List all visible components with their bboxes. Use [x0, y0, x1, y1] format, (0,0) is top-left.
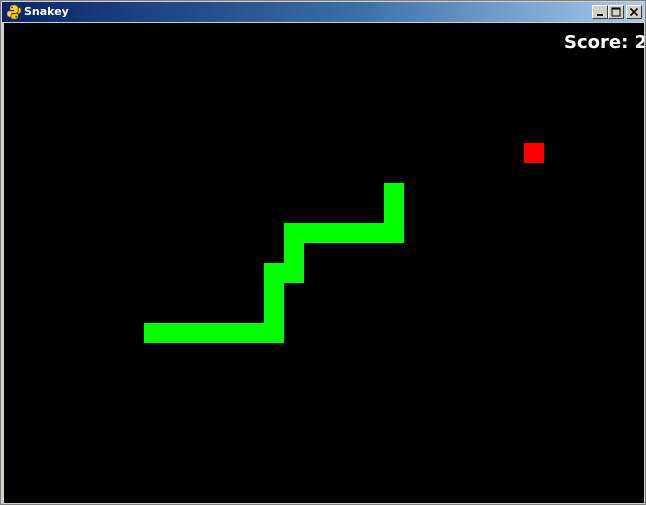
snake-segment — [384, 203, 404, 223]
snake-segment — [144, 323, 164, 343]
maximize-button[interactable] — [608, 5, 624, 19]
snake-segment — [364, 223, 384, 243]
snake-segment — [324, 223, 344, 243]
score-label: Score: 20 — [564, 32, 644, 53]
minimize-icon — [597, 14, 603, 16]
minimize-button[interactable] — [592, 5, 608, 19]
snake-segment — [264, 283, 284, 303]
snake-segment — [164, 323, 184, 343]
apple — [524, 143, 544, 163]
window-title: Snakey — [24, 5, 69, 18]
snake-segment — [264, 303, 284, 323]
snake-segment — [224, 323, 244, 343]
snake-segment — [264, 323, 284, 343]
snake-segment — [344, 223, 364, 243]
app-window: Snakey Score: 20 — [0, 0, 646, 505]
close-button[interactable] — [626, 5, 642, 19]
snake-segment — [284, 223, 304, 243]
snake-segment — [284, 243, 304, 263]
maximize-icon — [611, 7, 621, 17]
game-canvas[interactable]: Score: 20 — [4, 23, 644, 503]
snake-segment — [204, 323, 224, 343]
snake-segment — [264, 263, 284, 283]
close-icon — [629, 7, 639, 17]
snake-head — [384, 183, 404, 203]
title-bar[interactable]: Snakey — [2, 2, 644, 22]
snake-segment — [244, 323, 264, 343]
python-icon — [6, 4, 22, 20]
snake-segment — [284, 263, 304, 283]
snake-segment — [384, 223, 404, 243]
snake-segment — [184, 323, 204, 343]
snake-segment — [304, 223, 324, 243]
